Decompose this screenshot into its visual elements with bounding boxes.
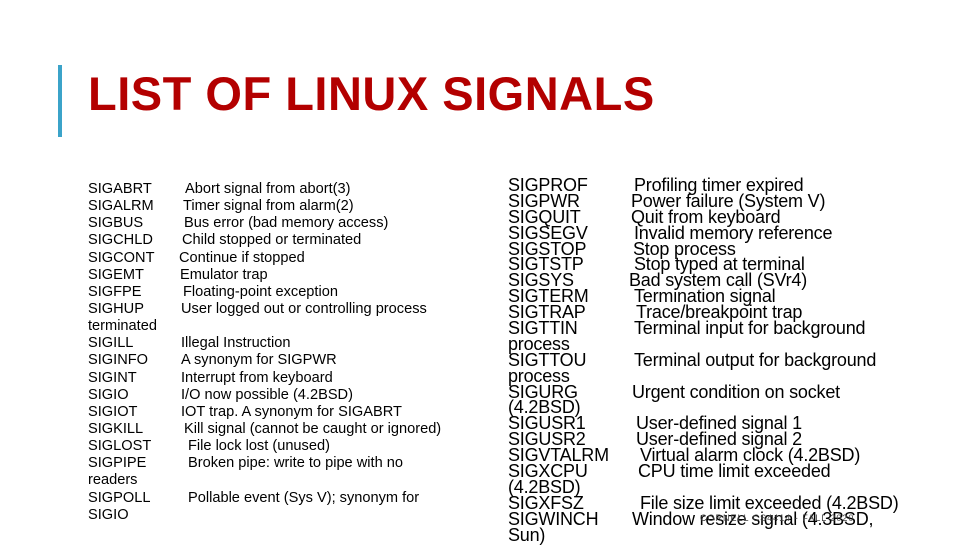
signal-name: SIGPIPE	[88, 455, 147, 472]
signal-description: Abort signal from abort(3)	[185, 181, 351, 197]
signal-description: Illegal Instruction	[181, 335, 291, 352]
signal-name: SIGIOT	[88, 403, 138, 420]
signal-name: SIGABRT	[88, 181, 152, 197]
signal-name: SIGBUS	[88, 215, 144, 232]
signal-description: Continue if stopped	[179, 249, 305, 266]
signal-description: Emulator trap	[180, 266, 268, 283]
signal-description: Interrupt from keyboard	[181, 369, 333, 386]
page-title: LIST OF LINUX SIGNALS	[88, 67, 655, 120]
signal-name: Sun)	[508, 524, 546, 545]
signal-name: SIGEMT	[88, 266, 144, 283]
signal-name: SIGILL	[88, 335, 134, 352]
signal-description: Floating-point exception	[183, 283, 338, 300]
signal-description: I/O now possible (4.2BSD)	[181, 386, 353, 403]
signal-name: SIGPOLL	[88, 489, 151, 506]
signal-name: SIGIO	[88, 506, 129, 523]
signal-name: SIGINFO	[88, 352, 148, 369]
signal-name: SIGFPE	[88, 283, 142, 300]
signal-description: Terminal output for background	[634, 349, 877, 370]
signal-description: Urgent condition on socket	[632, 381, 840, 402]
slide-footer: CORNELL CS4414 - FALL 2020	[700, 513, 855, 523]
title-accent-bar	[58, 65, 62, 137]
signal-description: File lock lost (unused)	[188, 438, 330, 455]
signal-description: IOT trap. A synonym for SIGABRT	[181, 403, 402, 420]
signal-description: Terminal input for background	[634, 318, 866, 339]
signal-description: Child stopped or terminated	[182, 232, 362, 249]
signal-name: terminated	[88, 318, 157, 335]
signal-name: SIGLOST	[88, 438, 152, 455]
signal-description: CPU time limit exceeded	[638, 461, 831, 482]
signal-description: Bus error (bad memory access)	[184, 215, 389, 232]
signal-name: SIGHUP	[88, 300, 144, 317]
signal-description: Pollable event (Sys V); synonym for	[188, 489, 420, 506]
signal-name: SIGCONT	[88, 249, 155, 266]
signal-description: Broken pipe: write to pipe with no	[188, 455, 403, 472]
signal-description: Kill signal (cannot be caught or ignored…	[184, 420, 442, 437]
signal-name: SIGKILL	[88, 420, 144, 437]
signal-name: SIGIO	[88, 386, 129, 403]
signal-description: A synonym for SIGPWR	[181, 352, 337, 369]
signal-name: readers	[88, 472, 138, 489]
signal-description: User logged out or controlling process	[181, 300, 427, 317]
signal-name: SIGALRM	[88, 198, 154, 215]
signal-name: SIGCHLD	[88, 232, 153, 249]
signal-name: SIGINT	[88, 369, 137, 386]
signal-description: Timer signal from alarm(2)	[183, 198, 354, 215]
